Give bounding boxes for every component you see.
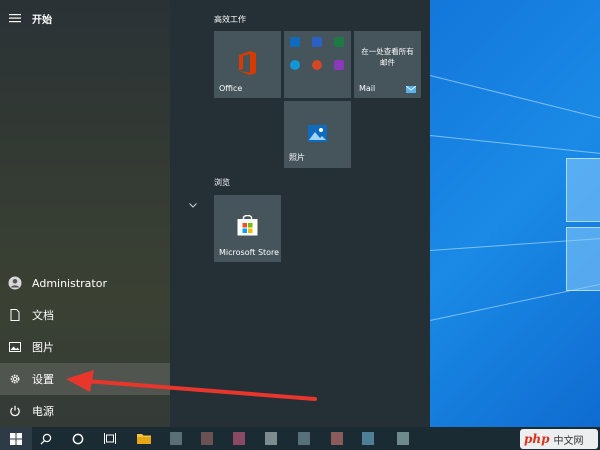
tile-mail-heading: 在一处查看所有邮件	[361, 47, 414, 67]
settings-label: 设置	[32, 373, 54, 386]
pinned-app-icon[interactable]	[298, 432, 310, 445]
tile-photos[interactable]: 照片	[284, 101, 351, 168]
store-bag-icon	[237, 215, 258, 236]
pictures-label: 图片	[32, 341, 54, 354]
user-name: Administrator	[32, 276, 107, 290]
power-icon	[0, 395, 30, 427]
tile-office-label: Office	[219, 84, 243, 93]
windows-icon	[10, 432, 22, 445]
start-header[interactable]: 开始	[0, 2, 170, 34]
search-button[interactable]	[34, 427, 58, 450]
start-menu: 开始 Administrator 文档 图片 设置 电源 高效工作 Office…	[0, 0, 430, 427]
documents-item[interactable]: 文档	[0, 299, 170, 331]
powerpoint-icon	[312, 60, 322, 70]
excel-icon	[334, 37, 344, 47]
pinned-app-icon[interactable]	[362, 432, 374, 445]
user-avatar-icon	[0, 267, 30, 299]
annotation-arrow	[66, 370, 317, 401]
watermark-php: php	[524, 432, 550, 446]
group-label-browse: 浏览	[214, 178, 230, 187]
tile-office[interactable]: Office	[214, 31, 281, 98]
word-icon	[312, 37, 322, 47]
pinned-app-icon[interactable]	[397, 432, 409, 445]
onenote-icon	[334, 60, 344, 70]
pinned-app-icon[interactable]	[331, 432, 343, 445]
site-watermark: php 中文网	[520, 429, 598, 449]
folder-icon	[137, 434, 151, 444]
pinned-app-icon[interactable]	[170, 432, 182, 445]
pictures-item[interactable]: 图片	[0, 331, 170, 363]
tile-mail-label: Mail	[359, 84, 376, 93]
tile-photos-label: 照片	[289, 153, 305, 162]
task-view-button[interactable]	[98, 427, 122, 450]
tile-store-label: Microsoft Store	[219, 248, 280, 257]
user-account-item[interactable]: Administrator	[0, 267, 170, 299]
file-explorer-button[interactable]	[132, 427, 156, 450]
cortana-circle-icon	[72, 433, 84, 444]
cortana-button[interactable]	[66, 427, 90, 450]
skype-icon	[290, 60, 300, 70]
power-label: 电源	[32, 405, 54, 418]
documents-label: 文档	[32, 309, 54, 322]
envelope-icon	[406, 86, 416, 93]
tile-microsoft-store[interactable]: Microsoft Store	[214, 195, 281, 262]
document-icon	[0, 299, 30, 331]
tile-office-apps[interactable]	[284, 31, 351, 98]
chevron-down-icon[interactable]	[189, 203, 197, 208]
tiles-area: 高效工作 Office 在一处查看所有邮件 Mail 照片 浏览 Microso…	[170, 0, 430, 427]
windows-logo-wallpaper	[560, 150, 600, 300]
start-button[interactable]	[0, 427, 32, 450]
group-label-productivity: 高效工作	[214, 15, 246, 24]
tile-mail[interactable]: 在一处查看所有邮件 Mail	[354, 31, 421, 98]
watermark-cn: 中文网	[553, 435, 584, 447]
photos-icon	[308, 125, 327, 142]
task-view-icon	[104, 433, 116, 444]
picture-icon	[0, 331, 30, 363]
gear-icon	[0, 363, 30, 395]
start-left-rail: 开始 Administrator 文档 图片 设置 电源	[0, 0, 170, 427]
taskbar	[0, 427, 600, 450]
pinned-app-icon[interactable]	[201, 432, 213, 445]
hamburger-menu-icon[interactable]	[0, 2, 30, 34]
office-logo-icon	[239, 51, 256, 75]
outlook-icon	[290, 37, 300, 47]
pinned-app-icon[interactable]	[265, 432, 277, 445]
search-icon	[40, 433, 52, 444]
pinned-app-icon[interactable]	[233, 432, 245, 445]
start-title: 开始	[32, 14, 52, 26]
